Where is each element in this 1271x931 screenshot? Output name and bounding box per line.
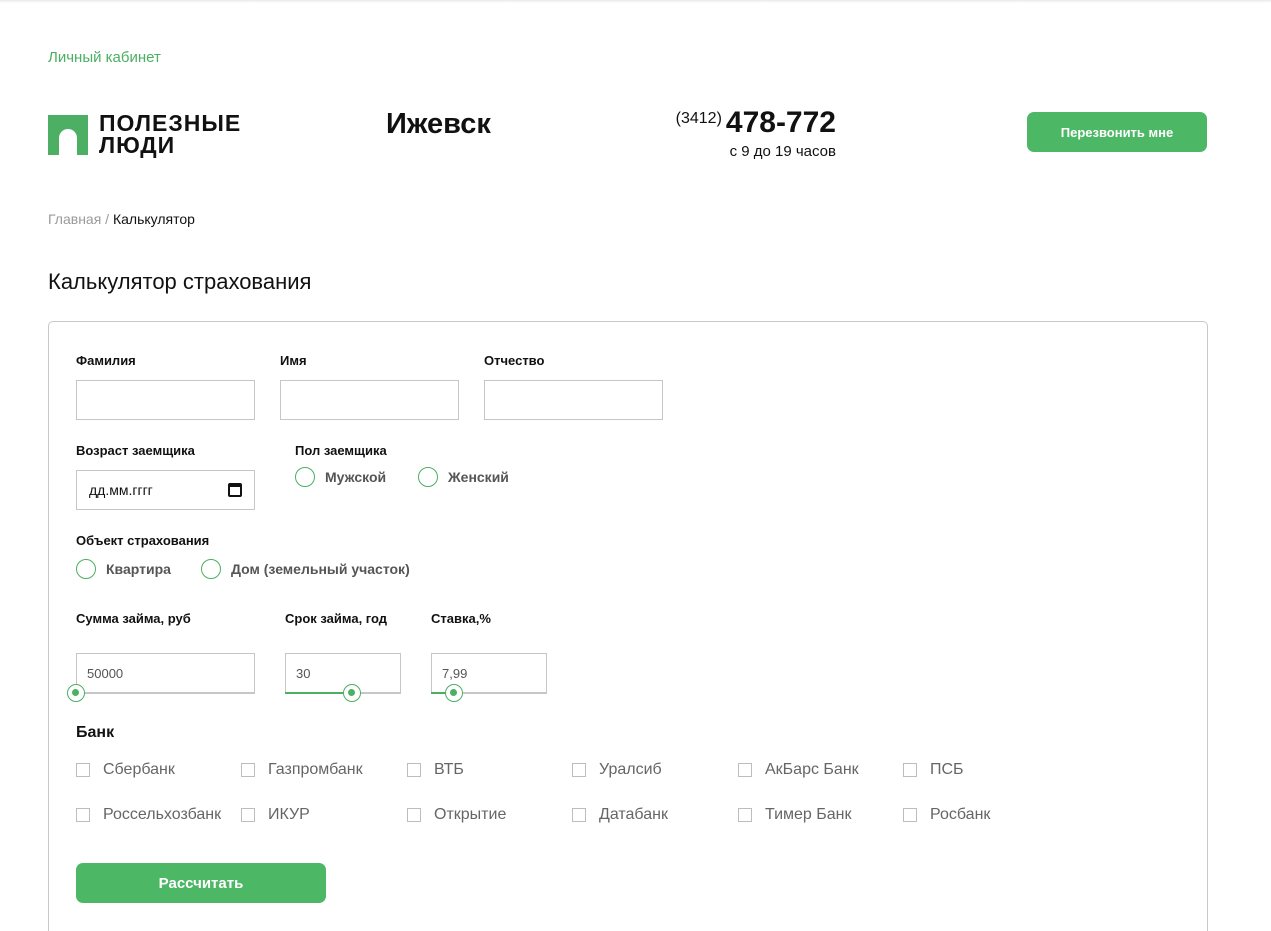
checkbox-box[interactable] — [572, 808, 586, 822]
calendar-icon[interactable] — [228, 483, 242, 497]
bank-label-text: Сбербанк — [103, 761, 175, 778]
breadcrumb-current: Калькулятор — [112, 211, 195, 227]
radio-label: Женский — [448, 469, 509, 485]
gender-radio-male[interactable]: Мужской — [295, 467, 386, 487]
checkbox-box[interactable] — [738, 808, 752, 822]
logo-line-1: ПОЛЕЗНЫЕ — [99, 110, 242, 136]
checkbox-box[interactable] — [903, 763, 917, 777]
radio-circle[interactable] — [201, 559, 221, 579]
loan-term-slider[interactable] — [285, 684, 401, 702]
radio-label: Дом (земельный участок) — [231, 561, 410, 577]
checkbox-box[interactable] — [241, 808, 255, 822]
phone-block: (3412) 478-772 — [640, 106, 836, 140]
bank-label-text: Тимер Банк — [765, 806, 852, 823]
bank-label-text: Газпромбанк — [268, 761, 363, 778]
page-title: Калькулятор страхования — [48, 269, 312, 294]
object-label: Объект страхования — [76, 533, 210, 548]
phone-code: (3412) — [675, 110, 722, 127]
age-date-input[interactable]: дд.мм.гггг — [76, 470, 255, 510]
bank-checkbox[interactable]: АкБарс Банк — [738, 761, 859, 779]
bank-checkbox[interactable]: Сбербанк — [76, 761, 175, 779]
rate-label: Ставка,% — [431, 611, 491, 626]
checkbox-box[interactable] — [407, 808, 421, 822]
logo-arch-icon — [48, 115, 88, 155]
radio-circle[interactable] — [76, 559, 96, 579]
radio-circle[interactable] — [418, 467, 438, 487]
top-divider — [0, 0, 1271, 3]
breadcrumb-separator: / — [101, 211, 113, 227]
bank-checkbox[interactable]: Газпромбанк — [241, 761, 363, 779]
callback-button[interactable]: Перезвонить мне — [1027, 112, 1207, 152]
radio-circle[interactable] — [295, 467, 315, 487]
patronymic-label: Отчество — [484, 353, 545, 368]
gender-radio-female[interactable]: Женский — [418, 467, 509, 487]
bank-checkbox[interactable]: Росбанк — [903, 806, 990, 824]
first-name-input[interactable] — [280, 380, 459, 420]
bank-label-text: ИКУР — [268, 806, 310, 823]
bank-label-text: Россельхозбанк — [103, 806, 222, 823]
radio-label: Квартира — [106, 561, 171, 577]
bank-checkbox[interactable]: ИКУР — [241, 806, 310, 824]
bank-checkbox[interactable]: ПСБ — [903, 761, 964, 779]
logo[interactable]: ПОЛЕЗНЫЕ ЛЮДИ — [48, 112, 258, 164]
slider-fill — [285, 692, 353, 694]
object-radio-apartment[interactable]: Квартира — [76, 559, 171, 579]
loan-term-input[interactable]: 30 — [285, 653, 401, 693]
personal-cabinet-link[interactable]: Личный кабинет — [48, 49, 161, 66]
checkbox-box[interactable] — [738, 763, 752, 777]
bank-label-text: АкБарс Банк — [765, 761, 859, 778]
logo-line-2: ЛЮДИ — [99, 132, 176, 158]
working-hours: с 9 до 19 часов — [729, 143, 836, 160]
last-name-label: Фамилия — [76, 353, 136, 368]
breadcrumb-home[interactable]: Главная — [48, 211, 101, 227]
date-placeholder: дд.мм.гггг — [89, 482, 153, 498]
calculate-button[interactable]: Рассчитать — [76, 863, 326, 903]
bank-label: Банк — [76, 724, 115, 741]
slider-thumb[interactable] — [67, 684, 85, 702]
bank-label-text: ПСБ — [930, 761, 964, 778]
checkbox-box[interactable] — [572, 763, 586, 777]
object-radio-house[interactable]: Дом (земельный участок) — [201, 559, 410, 579]
logo-text: ПОЛЕЗНЫЕ ЛЮДИ — [99, 110, 242, 158]
rate-slider[interactable] — [431, 684, 547, 702]
checkbox-box[interactable] — [241, 763, 255, 777]
phone-number[interactable]: 478-772 — [726, 106, 836, 139]
last-name-input[interactable] — [76, 380, 255, 420]
loan-term-label: Срок займа, год — [285, 611, 388, 626]
bank-label-text: ВТБ — [434, 761, 464, 778]
bank-label-text: Росбанк — [930, 806, 991, 823]
bank-label-text: Уралсиб — [599, 761, 662, 778]
bank-checkbox[interactable]: Датабанк — [572, 806, 668, 824]
patronymic-input[interactable] — [484, 380, 663, 420]
bank-checkbox[interactable]: Открытие — [407, 806, 506, 824]
bank-label-text: Открытие — [434, 806, 507, 823]
bank-label-text: Датабанк — [599, 806, 668, 823]
bank-checkbox[interactable]: Россельхозбанк — [76, 806, 221, 824]
breadcrumb: Главная / Калькулятор — [48, 211, 195, 227]
checkbox-box[interactable] — [407, 763, 421, 777]
bank-checkbox[interactable]: Тимер Банк — [738, 806, 851, 824]
bank-checkbox[interactable]: ВТБ — [407, 761, 464, 779]
radio-label: Мужской — [325, 469, 387, 485]
checkbox-box[interactable] — [76, 763, 90, 777]
loan-amount-label: Сумма займа, руб — [76, 611, 191, 626]
age-label: Возраст заемщика — [76, 443, 195, 458]
checkbox-box[interactable] — [903, 808, 917, 822]
checkbox-box[interactable] — [76, 808, 90, 822]
gender-label: Пол заемщика — [295, 443, 387, 458]
loan-amount-slider[interactable] — [67, 684, 255, 702]
city-name[interactable]: Ижевск — [386, 108, 491, 141]
bank-checkbox[interactable]: Уралсиб — [572, 761, 662, 779]
first-name-label: Имя — [280, 353, 307, 368]
loan-amount-input[interactable]: 50000 — [76, 653, 255, 693]
